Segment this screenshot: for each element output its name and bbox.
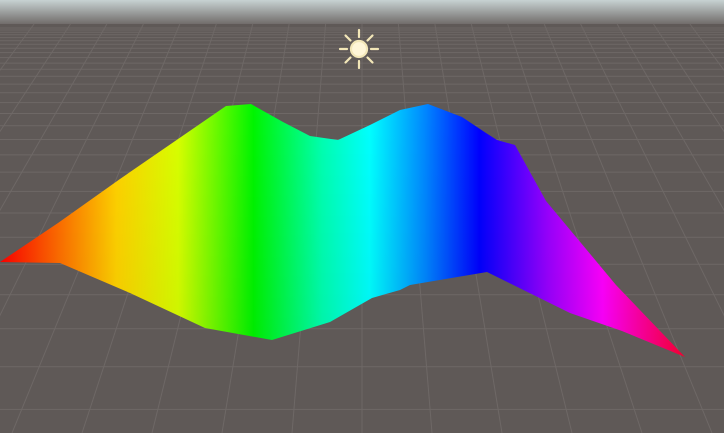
- directional-light-gizmo[interactable]: [338, 28, 380, 70]
- scene-canvas[interactable]: [0, 0, 724, 433]
- scene-view[interactable]: [0, 0, 724, 433]
- sun-icon: [338, 28, 380, 70]
- sky: [0, 0, 724, 26]
